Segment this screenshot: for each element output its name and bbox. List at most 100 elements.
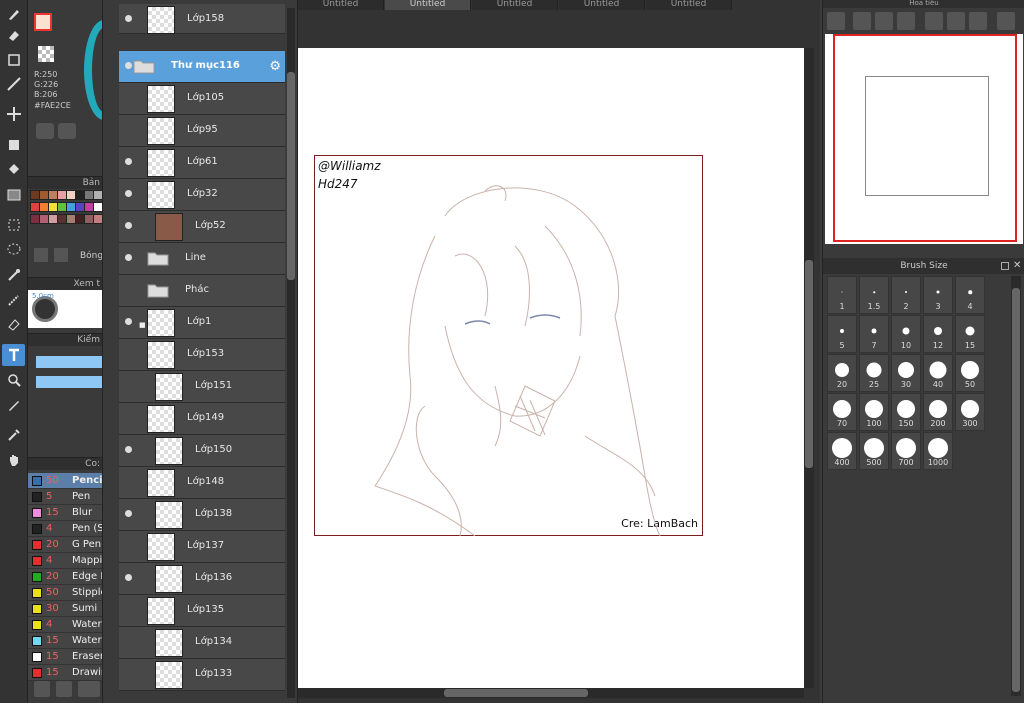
layer-row[interactable]: Lớp150 [119, 435, 285, 467]
navigator-preview[interactable] [825, 34, 1023, 244]
brush-new-icon[interactable] [56, 681, 72, 697]
zoom-in-icon[interactable] [853, 12, 871, 30]
brush-list-item[interactable]: 4 Pen (S [28, 521, 102, 537]
brush-size-option[interactable]: 4 [955, 276, 985, 314]
brush-size-option[interactable]: 12 [923, 315, 953, 353]
brush-size-option[interactable]: 10 [891, 315, 921, 353]
slider-b[interactable] [36, 376, 102, 388]
select-tool-icon[interactable] [2, 214, 25, 236]
layer-folder-row[interactable]: Line [119, 243, 285, 275]
canvas-hscroll-thumb[interactable] [444, 689, 588, 697]
brush-size-scroll-thumb[interactable] [1012, 288, 1020, 692]
visibility-icon[interactable] [125, 446, 132, 453]
bucket-tool-icon[interactable] [2, 159, 25, 181]
brush-size-option[interactable]: 1000 [923, 432, 953, 470]
new-palette-icon[interactable] [34, 248, 48, 262]
brush-list-item[interactable]: 15 Water [28, 633, 102, 649]
brush-settings-icon[interactable] [34, 681, 50, 697]
brush-size-option[interactable]: 150 [891, 393, 921, 431]
brush-size-option[interactable]: 2 [891, 276, 921, 314]
visibility-icon[interactable] [125, 254, 132, 261]
document-tab[interactable]: Untitled [646, 0, 732, 10]
layer-row[interactable]: Lớp1 ■ [119, 307, 285, 339]
brush-size-option[interactable]: 100 [859, 393, 889, 431]
brush-size-option[interactable]: 3 [923, 276, 953, 314]
rotate-right-icon[interactable] [969, 12, 987, 30]
brush-list-item[interactable]: 30 Sumi [28, 601, 102, 617]
document-tab[interactable]: Untitled [298, 0, 384, 10]
brush-size-option[interactable]: 40 [923, 354, 953, 392]
visibility-icon[interactable] [125, 190, 132, 197]
brush-size-option[interactable]: 25 [859, 354, 889, 392]
layer-row[interactable]: Lớp137 [119, 531, 285, 563]
visibility-icon[interactable] [125, 158, 132, 165]
layer-row[interactable]: Lớp158 [119, 4, 285, 34]
text-tool-icon[interactable] [2, 344, 25, 366]
canvas-vscrollbar[interactable] [804, 48, 814, 688]
visibility-icon[interactable] [125, 574, 132, 581]
layer-row[interactable]: Lớp153 [119, 339, 285, 371]
brush-list-item[interactable]: 20 G Pen [28, 537, 102, 553]
layer-row[interactable]: Lớp52 [119, 211, 285, 243]
eraser-tool-icon[interactable] [2, 25, 25, 47]
layer-row[interactable]: Lớp148 [119, 467, 285, 499]
canvas-hscrollbar[interactable] [298, 688, 804, 698]
rotate-left-icon[interactable] [925, 12, 943, 30]
fit-window-icon[interactable] [875, 12, 893, 30]
slider-a[interactable] [36, 356, 102, 368]
layer-row[interactable]: Lớp95 [119, 115, 285, 147]
eyedropper-icon[interactable] [2, 424, 25, 446]
layer-row[interactable]: Lớp149 [119, 403, 285, 435]
brush-size-float-icon[interactable] [1001, 262, 1009, 270]
brush-size-option[interactable]: 1 [827, 276, 857, 314]
brush-size-option[interactable]: 1.5 [859, 276, 889, 314]
visibility-icon[interactable] [125, 318, 132, 325]
canvas-vscroll-thumb[interactable] [805, 260, 813, 468]
brush-size-scrollbar[interactable] [1011, 276, 1021, 696]
palette-icon[interactable] [36, 123, 54, 139]
brush-size-option[interactable]: 30 [891, 354, 921, 392]
rect-tool-icon[interactable] [2, 49, 25, 71]
transparent-color-swatch[interactable] [38, 46, 54, 62]
palette-swatch[interactable] [93, 214, 103, 224]
zoom-out-icon[interactable] [897, 12, 915, 30]
brush-size-option[interactable]: 15 [955, 315, 985, 353]
visibility-icon[interactable] [125, 62, 132, 69]
document-tab[interactable]: Untitled [559, 0, 645, 10]
zoom-fit-icon[interactable] [827, 12, 845, 30]
brush-list-item[interactable]: 50 Pencil [28, 473, 102, 489]
brush-tool-icon[interactable] [2, 3, 25, 25]
hand-tool-icon[interactable] [2, 449, 25, 471]
brush-size-option[interactable]: 700 [891, 432, 921, 470]
palette-swatch[interactable] [93, 190, 103, 200]
gradient-tool-icon[interactable] [2, 184, 25, 206]
layer-folder-row[interactable]: Phác [119, 275, 285, 307]
fit-screen-icon[interactable] [947, 12, 965, 30]
brush-list-item[interactable]: 15 Blur [28, 505, 102, 521]
palette-swatch[interactable] [93, 202, 103, 212]
brush-list-item[interactable]: 15 Drawin [28, 665, 102, 681]
layer-row[interactable]: Lớp138 [119, 499, 285, 531]
move-tool-icon[interactable] [2, 103, 25, 125]
layer-row[interactable]: Lớp151 [119, 371, 285, 403]
artwork-frame[interactable]: @Williamz Hd247 Cre: LamBach [314, 155, 703, 537]
select-pen-icon[interactable] [2, 289, 25, 311]
select-eraser-icon[interactable] [2, 314, 25, 336]
magic-wand-icon[interactable] [2, 264, 25, 286]
layer-row[interactable]: Lớp32 [119, 179, 285, 211]
lasso-tool-icon[interactable] [2, 239, 25, 261]
layer-row[interactable]: Lớp61 [119, 147, 285, 179]
brush-size-option[interactable]: 5 [827, 315, 857, 353]
brush-size-option[interactable]: 400 [827, 432, 857, 470]
delete-palette-icon[interactable] [54, 248, 68, 262]
visibility-icon[interactable] [125, 510, 132, 517]
layer-row[interactable]: Lớp136 [119, 563, 285, 595]
brush-list-item[interactable]: 15 Eraser [28, 649, 102, 665]
document-tab[interactable]: Untitled [385, 0, 471, 10]
brush-size-option[interactable]: 500 [859, 432, 889, 470]
layer-row[interactable]: Lớp134 [119, 627, 285, 659]
layer-scrollbar-thumb[interactable] [287, 72, 295, 280]
gear-icon[interactable]: ⚙ [269, 59, 281, 74]
visibility-icon[interactable] [125, 222, 132, 229]
fill-rect-tool-icon[interactable] [2, 134, 25, 156]
